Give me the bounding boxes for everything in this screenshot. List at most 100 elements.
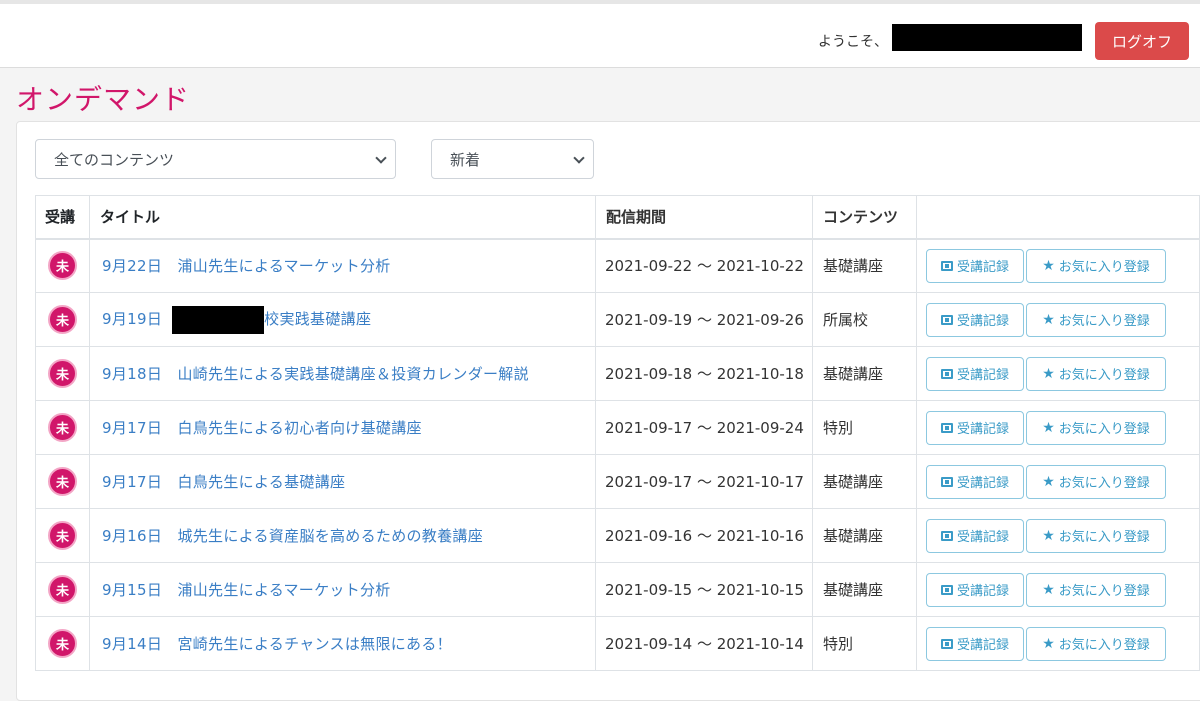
table-row: 未 9月14日 宮崎先生によるチャンスは無限にある！ 2021-09-14 ～ 20… — [35, 616, 1200, 671]
favorite-button[interactable]: ★ お気に入り登録 — [1026, 248, 1166, 283]
period-cell: 2021-09-18 ～ 2021-10-18 — [595, 346, 813, 401]
content-title: 宮崎先生によるチャンスは無限にある！ — [177, 635, 452, 653]
header-category: コンテンツ — [812, 195, 917, 240]
favorite-label: お気に入り登録 — [1058, 638, 1150, 653]
status-badge: 未 — [48, 575, 77, 604]
table-header-row: 受講 タイトル 配信期間 コンテンツ — [35, 195, 1200, 240]
content-link[interactable]: 9月22日 浦山先生によるマーケット分析 — [102, 257, 391, 275]
category-cell: 基礎講座 — [812, 508, 917, 563]
content-date: 9月17日 — [102, 419, 163, 437]
content-title: 白鳥先生による初心者向け基礎講座 — [177, 419, 422, 437]
redacted-text — [172, 305, 265, 334]
category-cell: 基礎講座 — [812, 454, 917, 509]
film-icon — [940, 422, 953, 433]
record-button[interactable]: 受講記録 — [926, 626, 1024, 661]
record-label: 受講記録 — [956, 584, 1009, 599]
film-icon — [940, 638, 953, 649]
period-cell: 2021-09-17 ～ 2021-10-17 — [595, 454, 813, 509]
category-cell: 基礎講座 — [812, 562, 917, 617]
record-button[interactable]: 受講記録 — [926, 572, 1024, 607]
header-status: 受講 — [35, 195, 90, 240]
sort-select[interactable]: 新着 — [431, 139, 594, 179]
actions-cell: 受講記録 ★ お気に入り登録 — [916, 454, 1200, 509]
content-date: 9月22日 — [102, 257, 163, 276]
title-cell: 9月17日 白鳥先生による初心者向け基礎講座 — [89, 400, 596, 455]
status-badge: 未 — [48, 629, 77, 658]
record-button[interactable]: 受講記録 — [926, 410, 1024, 445]
status-cell: 未 — [35, 562, 90, 617]
chevron-down-icon — [375, 152, 387, 164]
star-icon: ★ — [1042, 311, 1055, 328]
record-button[interactable]: 受講記録 — [926, 464, 1024, 499]
status-cell: 未 — [35, 292, 90, 347]
content-date: 9月15日 — [102, 581, 163, 599]
period-cell: 2021-09-19 ～ 2021-09-26 — [595, 292, 813, 347]
content-date: 9月18日 — [102, 365, 163, 383]
favorite-label: お気に入り登録 — [1058, 314, 1150, 329]
status-cell: 未 — [35, 508, 90, 563]
content-title: 浦山先生によるマーケット分析 — [177, 581, 391, 599]
actions-cell: 受講記録 ★ お気に入り登録 — [916, 346, 1200, 401]
header-title: タイトル — [89, 195, 596, 240]
status-badge: 未 — [48, 413, 77, 442]
favorite-label: お気に入り登録 — [1058, 368, 1150, 383]
table-row: 未 9月15日 浦山先生によるマーケット分析 2021-09-15 ～ 2021-1… — [35, 562, 1200, 617]
content-filter-select[interactable]: 全てのコンテンツ — [35, 139, 396, 179]
content-link[interactable]: 9月17日 白鳥先生による基礎講座 — [102, 473, 345, 491]
favorite-button[interactable]: ★ お気に入り登録 — [1026, 572, 1166, 607]
content-link[interactable]: 9月14日 宮崎先生によるチャンスは無限にある！ — [102, 635, 452, 653]
actions-cell: 受講記録 ★ お気に入り登録 — [916, 292, 1200, 347]
content-link[interactable]: 9月19日 校実践基礎講座 — [102, 305, 371, 334]
chevron-down-icon — [573, 152, 585, 164]
status-badge: 未 — [48, 467, 77, 496]
record-button[interactable]: 受講記録 — [926, 302, 1024, 337]
status-cell: 未 — [35, 400, 90, 455]
star-icon: ★ — [1042, 635, 1055, 652]
record-label: 受講記録 — [956, 638, 1009, 653]
content-title: 山崎先生による実践基礎講座＆投資カレンダー解説 — [177, 365, 529, 383]
status-badge: 未 — [48, 251, 77, 281]
content-filter-value: 全てのコンテンツ — [54, 150, 175, 169]
favorite-button[interactable]: ★ お気に入り登録 — [1026, 464, 1166, 499]
record-button[interactable]: 受講記録 — [926, 518, 1024, 553]
top-bar: ようこそ、 ログオフ — [0, 0, 1200, 68]
record-button[interactable]: 受講記録 — [926, 248, 1024, 283]
title-cell: 9月15日 浦山先生によるマーケット分析 — [89, 562, 596, 617]
content-link[interactable]: 9月15日 浦山先生によるマーケット分析 — [102, 581, 391, 599]
title-cell: 9月18日 山崎先生による実践基礎講座＆投資カレンダー解説 — [89, 346, 596, 401]
table-row: 未 9月17日 白鳥先生による初心者向け基礎講座 2021-09-17 ～ 2021… — [35, 400, 1200, 455]
title-cell: 9月14日 宮崎先生によるチャンスは無限にある！ — [89, 616, 596, 671]
content-link[interactable]: 9月18日 山崎先生による実践基礎講座＆投資カレンダー解説 — [102, 365, 529, 383]
record-button[interactable]: 受講記録 — [926, 356, 1024, 391]
period-cell: 2021-09-22 ～ 2021-10-22 — [595, 238, 813, 293]
category-cell: 基礎講座 — [812, 238, 917, 293]
category-cell: 特別 — [812, 400, 917, 455]
period-cell: 2021-09-15 ～ 2021-10-15 — [595, 562, 813, 617]
sort-value: 新着 — [450, 150, 481, 169]
content-link[interactable]: 9月17日 白鳥先生による初心者向け基礎講座 — [102, 419, 422, 437]
favorite-button[interactable]: ★ お気に入り登録 — [1026, 356, 1166, 391]
star-icon: ★ — [1042, 527, 1055, 544]
content-date: 9月14日 — [102, 635, 163, 653]
favorite-button[interactable]: ★ お気に入り登録 — [1026, 410, 1166, 445]
star-icon: ★ — [1042, 419, 1055, 436]
table-row: 未 9月17日 白鳥先生による基礎講座 2021-09-17 ～ 2021-10-1… — [35, 454, 1200, 509]
content-link[interactable]: 9月16日 城先生による資産脳を高めるための教養講座 — [102, 527, 483, 545]
title-gap — [162, 527, 177, 545]
title-gap — [162, 473, 177, 491]
actions-cell: 受講記録 ★ お気に入り登録 — [916, 508, 1200, 563]
favorite-button[interactable]: ★ お気に入り登録 — [1026, 302, 1166, 337]
table-row: 未 9月19日 校実践基礎講座 2021-09-19 ～ 2021-09-26 所属校受… — [35, 292, 1200, 347]
favorite-label: お気に入り登録 — [1058, 584, 1150, 599]
title-gap — [162, 419, 177, 437]
status-badge: 未 — [48, 521, 77, 550]
title-cell: 9月22日 浦山先生によるマーケット分析 — [89, 238, 596, 293]
title-gap — [162, 635, 177, 653]
favorite-button[interactable]: ★ お気に入り登録 — [1026, 626, 1166, 661]
record-label: 受講記録 — [956, 368, 1009, 383]
favorite-label: お気に入り登録 — [1058, 260, 1150, 276]
record-label: 受講記録 — [956, 314, 1009, 329]
favorite-button[interactable]: ★ お気に入り登録 — [1026, 518, 1166, 553]
content-title: 浦山先生によるマーケット分析 — [177, 257, 391, 276]
logoff-button[interactable]: ログオフ — [1095, 22, 1189, 60]
